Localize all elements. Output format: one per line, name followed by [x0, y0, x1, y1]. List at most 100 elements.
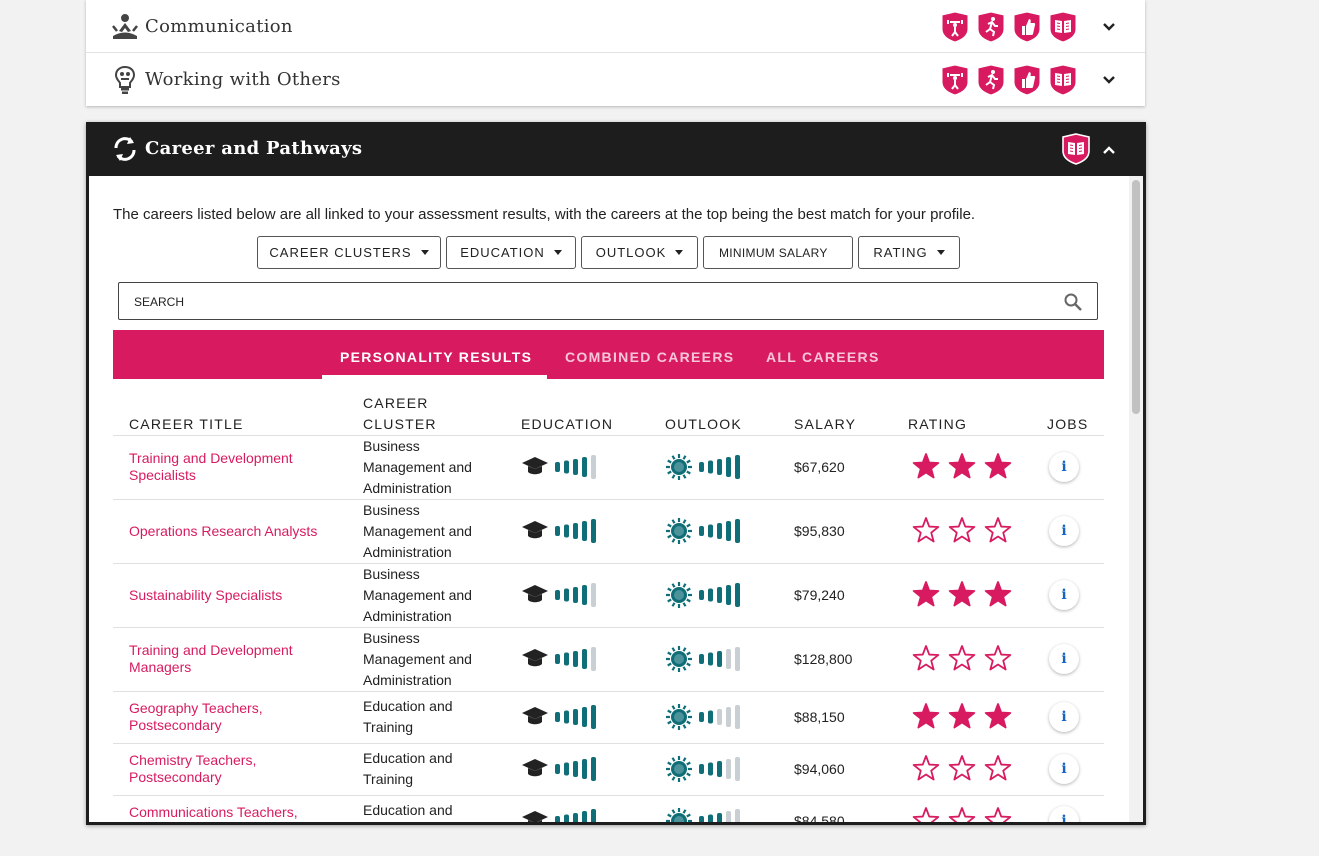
level-bar	[591, 647, 596, 671]
graduation-cap-icon	[522, 759, 548, 771]
education-filter[interactable]: EDUCATION	[446, 236, 576, 269]
column-header-cluster: CAREER CLUSTER	[363, 395, 437, 432]
jobs-info-button[interactable]: i	[1049, 702, 1079, 732]
level-bar	[726, 707, 731, 727]
star-icon	[912, 755, 940, 781]
jobs-info-button[interactable]: i	[1049, 754, 1079, 784]
accordion-row-communication[interactable]: Communication	[86, 0, 1145, 53]
scrollbar-thumb[interactable]	[1132, 180, 1140, 414]
star-icon	[984, 703, 1012, 729]
level-bar	[708, 762, 713, 776]
jobs-info-button[interactable]: i	[1049, 806, 1079, 822]
career-title-link[interactable]: Geography Teachers, Postsecondary	[129, 700, 319, 734]
jobs-info-button[interactable]: i	[1049, 452, 1079, 482]
outlook-level	[666, 808, 740, 822]
level-bar	[555, 526, 560, 536]
rating-stars[interactable]	[910, 754, 1014, 784]
education-level	[522, 647, 596, 671]
book-badge-icon	[1049, 63, 1077, 96]
weightlifter-badge-icon	[941, 63, 969, 96]
sun-icon	[666, 756, 692, 782]
level-bar	[591, 757, 596, 781]
tab-all-careers[interactable]: ALL CAREERS	[766, 349, 880, 365]
book-badge-icon	[1062, 133, 1090, 165]
recycle-arrows-icon	[114, 137, 136, 161]
level-bar	[717, 761, 722, 777]
outlook-level	[666, 518, 740, 544]
level-bar	[582, 457, 587, 477]
level-bar	[735, 519, 740, 543]
column-header-salary: SALARY	[794, 416, 857, 432]
sun-icon	[666, 518, 692, 544]
career-cluster: Education and Training	[363, 802, 453, 818]
rating-stars[interactable]	[910, 644, 1014, 674]
jobs-info-button[interactable]: i	[1049, 580, 1079, 610]
level-bar	[699, 526, 704, 536]
level-bar	[717, 459, 722, 475]
table-row: Training and Development Specialists Busi…	[113, 435, 1104, 500]
graduation-cap-icon	[522, 811, 548, 822]
level-bar	[708, 588, 713, 602]
level-bar	[564, 652, 569, 666]
career-title-link[interactable]: Training and Development Managers	[129, 642, 319, 676]
star-icon	[984, 517, 1012, 543]
accordion-row-working-with-others[interactable]: Working with Others	[86, 53, 1145, 106]
rating-stars[interactable]	[910, 516, 1014, 546]
level-bar	[699, 590, 704, 600]
salary-value: $84,580	[794, 813, 845, 822]
level-bar	[699, 764, 704, 774]
level-bar	[573, 587, 578, 603]
lightbulb-head-icon	[114, 65, 136, 94]
rating-stars[interactable]	[910, 806, 1014, 822]
level-bar	[726, 521, 731, 541]
career-title-link[interactable]: Communications Teachers, Postsecondary	[129, 804, 319, 822]
jobs-info-button[interactable]: i	[1049, 644, 1079, 674]
outlook-level	[666, 704, 740, 730]
table-row: Chemistry Teachers, Postsecondary Educati…	[113, 743, 1104, 796]
career-clusters-filter[interactable]: CAREER CLUSTERS	[257, 236, 441, 269]
level-bar	[555, 462, 560, 472]
search-input[interactable]: SEARCH	[118, 282, 1098, 320]
column-header-jobs: JOBS	[1047, 416, 1089, 432]
career-title-link[interactable]: Chemistry Teachers, Postsecondary	[129, 752, 319, 786]
chevron-down-icon[interactable]	[1101, 19, 1117, 35]
badge-group	[941, 10, 1077, 43]
education-level	[522, 809, 596, 822]
chevron-down-icon[interactable]	[1101, 72, 1117, 88]
career-title-link[interactable]: Sustainability Specialists	[129, 587, 319, 604]
salary-value: $79,240	[794, 587, 845, 603]
tab-combined-careers[interactable]: COMBINED CAREERS	[565, 349, 734, 365]
star-icon	[984, 645, 1012, 671]
career-title-link[interactable]: Training and Development Specialists	[129, 450, 319, 484]
level-bar	[717, 651, 722, 667]
career-title-link[interactable]: Operations Research Analysts	[129, 523, 319, 540]
table-row: Training and Development Managers Busines…	[113, 627, 1104, 692]
outlook-filter[interactable]: OUTLOOK	[581, 236, 698, 269]
filter-label: EDUCATION	[460, 245, 545, 260]
tab-personality-results[interactable]: PERSONALITY RESULTS	[340, 349, 532, 365]
rating-stars[interactable]	[910, 452, 1014, 482]
rating-stars[interactable]	[910, 580, 1014, 610]
career-pathways-header[interactable]: Career and Pathways	[86, 122, 1146, 176]
accordion-title: Communication	[145, 16, 293, 37]
active-tab-indicator	[322, 375, 547, 379]
rating-filter[interactable]: RATING	[858, 236, 960, 269]
salary-value: $95,830	[794, 523, 845, 539]
salary-value: $67,620	[794, 459, 845, 475]
level-bar	[717, 709, 722, 725]
level-bar	[582, 759, 587, 779]
info-icon: i	[1061, 523, 1067, 539]
scrollbar[interactable]	[1129, 176, 1143, 822]
jobs-info-button[interactable]: i	[1049, 516, 1079, 546]
education-level	[522, 757, 596, 781]
outlook-level	[666, 646, 740, 672]
search-icon[interactable]	[1063, 292, 1083, 312]
career-content: The careers listed below are all linked …	[89, 176, 1143, 822]
sun-icon	[666, 704, 692, 730]
chevron-up-icon[interactable]	[1101, 142, 1117, 158]
accordion-title: Working with Others	[145, 69, 341, 90]
level-bar	[582, 707, 587, 727]
rating-stars[interactable]	[910, 702, 1014, 732]
minimum-salary-input[interactable]: MINIMUM SALARY	[703, 236, 853, 269]
caret-down-icon	[675, 250, 684, 255]
